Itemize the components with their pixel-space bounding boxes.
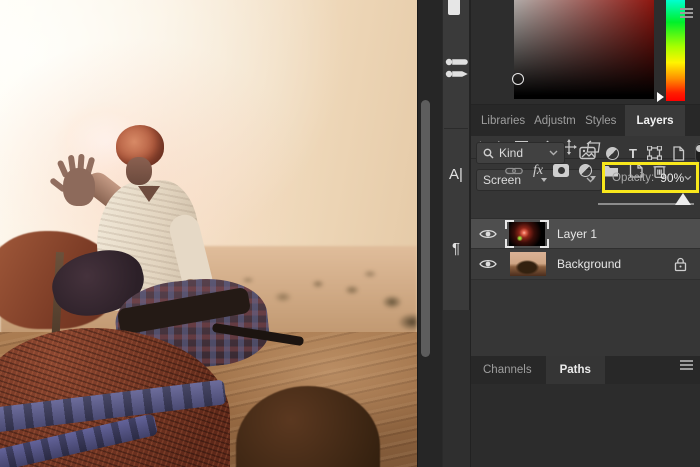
photo-man-hand (63, 168, 95, 206)
paths-panel-body (471, 384, 700, 467)
paths-panel-menu-icon[interactable] (680, 360, 693, 362)
filter-kind-dropdown[interactable]: Kind (476, 142, 565, 164)
filter-smart-object-icon[interactable] (672, 145, 685, 161)
kind-label: Kind (499, 146, 524, 160)
add-layer-mask-icon[interactable] (553, 164, 570, 177)
layers-panel-menu-icon[interactable] (680, 8, 693, 10)
visibility-eye-icon[interactable] (471, 258, 505, 270)
link-layers-icon[interactable] (505, 166, 523, 176)
opacity-slider-thumb[interactable] (675, 193, 691, 205)
filter-toggle-switch[interactable] (694, 143, 700, 163)
clone-source-icon[interactable] (448, 0, 460, 15)
background-name: Background (557, 257, 622, 271)
photoshop-window: A| ¶ Libraries Adjustme Styles Layers (0, 0, 700, 467)
opacity-value[interactable]: 90% (660, 171, 684, 185)
tab-libraries[interactable]: Libraries (481, 115, 525, 127)
tab-styles[interactable]: Styles (585, 115, 616, 127)
dock-lower-area (443, 310, 470, 467)
opacity-label[interactable]: Opacity: (612, 172, 654, 184)
hue-slider[interactable] (666, 0, 685, 101)
filter-pixel-layers-icon[interactable] (579, 146, 596, 160)
layer-row-layer1[interactable]: Layer 1 (471, 218, 700, 248)
visibility-eye-icon[interactable] (471, 228, 505, 240)
layer1-thumbnail-selected[interactable] (505, 219, 549, 248)
layer1-name: Layer 1 (557, 226, 598, 241)
chevron-down-icon[interactable] (684, 175, 692, 181)
tab-adjustments[interactable]: Adjustme (534, 115, 576, 127)
document-canvas[interactable] (0, 0, 417, 467)
channels-paths-tabbar: Channels Paths (471, 356, 700, 384)
filter-type-layers-icon[interactable]: T (629, 146, 637, 161)
tab-paths[interactable]: Paths (545, 356, 605, 384)
background-lock-icon[interactable] (674, 257, 687, 272)
paragraph-panel-icon[interactable]: ¶ (442, 240, 470, 257)
tab-channels[interactable]: Channels (483, 364, 532, 376)
vertical-scrollbar-thumb[interactable] (421, 100, 430, 357)
opacity-control-highlighted[interactable]: Opacity: 90% (602, 162, 699, 193)
photo-man-vneck (138, 186, 160, 202)
chevron-down-icon (549, 150, 558, 156)
background-thumbnail-image[interactable] (510, 252, 546, 276)
layers-panel-body: Kind T Screen Opacity: 90% Layer 1 Backg… (471, 136, 700, 356)
filter-shape-layers-icon[interactable] (646, 146, 662, 160)
tab-layers[interactable]: Layers (625, 105, 685, 136)
search-icon (483, 148, 494, 158)
layer-style-fx-icon[interactable]: fx (533, 163, 548, 182)
layer-filter-icons: T (569, 142, 700, 164)
brush-settings-icon[interactable] (443, 55, 471, 91)
character-panel-icon[interactable]: A| (442, 166, 470, 183)
panel-stack: Libraries Adjustme Styles Layers Kind (470, 0, 700, 467)
layers-panel-tabbar: Libraries Adjustme Styles Layers (471, 105, 700, 136)
layer1-thumbnail-image (509, 221, 545, 246)
hue-slider-arrow[interactable] (657, 92, 664, 102)
filter-adjustment-layers-icon[interactable] (606, 146, 619, 160)
add-adjustment-layer-icon[interactable] (579, 164, 597, 180)
dock-divider (444, 128, 468, 129)
color-picker-panel (471, 0, 700, 105)
layer-row-background[interactable]: Background (471, 248, 700, 280)
saturation-brightness-field[interactable] (514, 0, 654, 99)
color-sample-cursor[interactable] (512, 73, 524, 85)
photo-man-face (126, 157, 152, 185)
